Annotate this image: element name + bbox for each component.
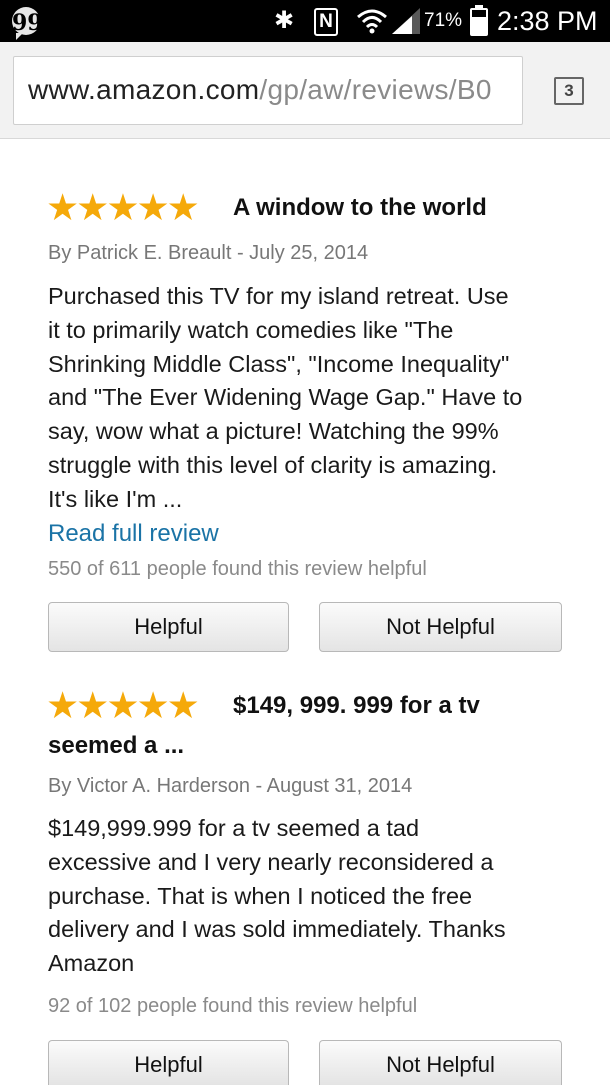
helpful-button[interactable]: Helpful bbox=[48, 1040, 289, 1085]
clock: 2:38 PM bbox=[497, 6, 598, 36]
hangouts-icon: 99 bbox=[12, 7, 43, 40]
review-body-line: excessive and I very nearly reconsidered… bbox=[48, 848, 494, 875]
review-byline: By Victor A. Harderson - August 31, 2014 bbox=[48, 775, 413, 797]
url-path: /gp/aw/reviews/B0 bbox=[259, 74, 492, 105]
bluetooth-icon: ✱ bbox=[274, 7, 295, 34]
url-field[interactable]: www.amazon.com/gp/aw/reviews/B0 bbox=[13, 56, 523, 125]
review-title-continued: seemed a ... bbox=[48, 732, 185, 759]
status-bar: 99 ✱ N 71% 2:38 PM bbox=[0, 0, 610, 42]
not-helpful-button[interactable]: Not Helpful bbox=[319, 602, 562, 652]
review-body-line: $149,999.999 for a tv seemed a tad bbox=[48, 815, 420, 841]
review-body-line: struggle with this level of clarity is a… bbox=[48, 451, 498, 478]
review-body: Purchased this TV for my island retreat.… bbox=[48, 280, 548, 517]
helpful-count: 550 of 611 people found this review help… bbox=[48, 558, 427, 580]
review-body-line: say, wow what a picture! Watching the 99… bbox=[48, 418, 499, 445]
star-rating: ★★★★★ bbox=[46, 187, 200, 228]
review-body-line: purchase. That is when I noticed the fre… bbox=[48, 882, 473, 909]
nfc-icon: N bbox=[314, 8, 338, 36]
star-rating: ★★★★★ bbox=[46, 685, 200, 726]
review-body-line: it to primarily watch comedies like "The bbox=[48, 316, 454, 343]
review-body: $149,999.999 for a tv seemed a tad exces… bbox=[48, 812, 548, 981]
review-body-line: Amazon bbox=[48, 950, 135, 977]
wifi-icon bbox=[357, 9, 387, 34]
review-body-line: Shrinking Middle Class", "Income Inequal… bbox=[48, 350, 510, 377]
review-body-line: It's like I'm ... bbox=[48, 485, 183, 512]
battery-percent: 71% bbox=[424, 10, 463, 31]
review-body-line: Purchased this TV for my island retreat.… bbox=[48, 283, 509, 309]
battery-icon bbox=[470, 5, 488, 36]
review-title: $149, 999. 999 for a tv bbox=[233, 692, 480, 719]
review-byline: By Patrick E. Breault - July 25, 2014 bbox=[48, 242, 369, 264]
review-body-line: and "The Ever Widening Wage Gap." Have t… bbox=[48, 384, 523, 411]
signal-icon bbox=[392, 8, 420, 34]
read-full-review-link[interactable]: Read full review bbox=[48, 520, 219, 548]
review-title: A window to the world bbox=[233, 194, 487, 221]
not-helpful-button[interactable]: Not Helpful bbox=[319, 1040, 562, 1085]
browser-toolbar: www.amazon.com/gp/aw/reviews/B0 3 bbox=[0, 42, 610, 139]
helpful-button[interactable]: Helpful bbox=[48, 602, 289, 652]
url-host: www.amazon.com bbox=[28, 74, 260, 105]
review-body-line: delivery and I was sold immediately. Tha… bbox=[48, 916, 506, 943]
helpful-count: 92 of 102 people found this review helpf… bbox=[48, 995, 418, 1017]
tab-switcher-button[interactable]: 3 bbox=[554, 77, 584, 105]
